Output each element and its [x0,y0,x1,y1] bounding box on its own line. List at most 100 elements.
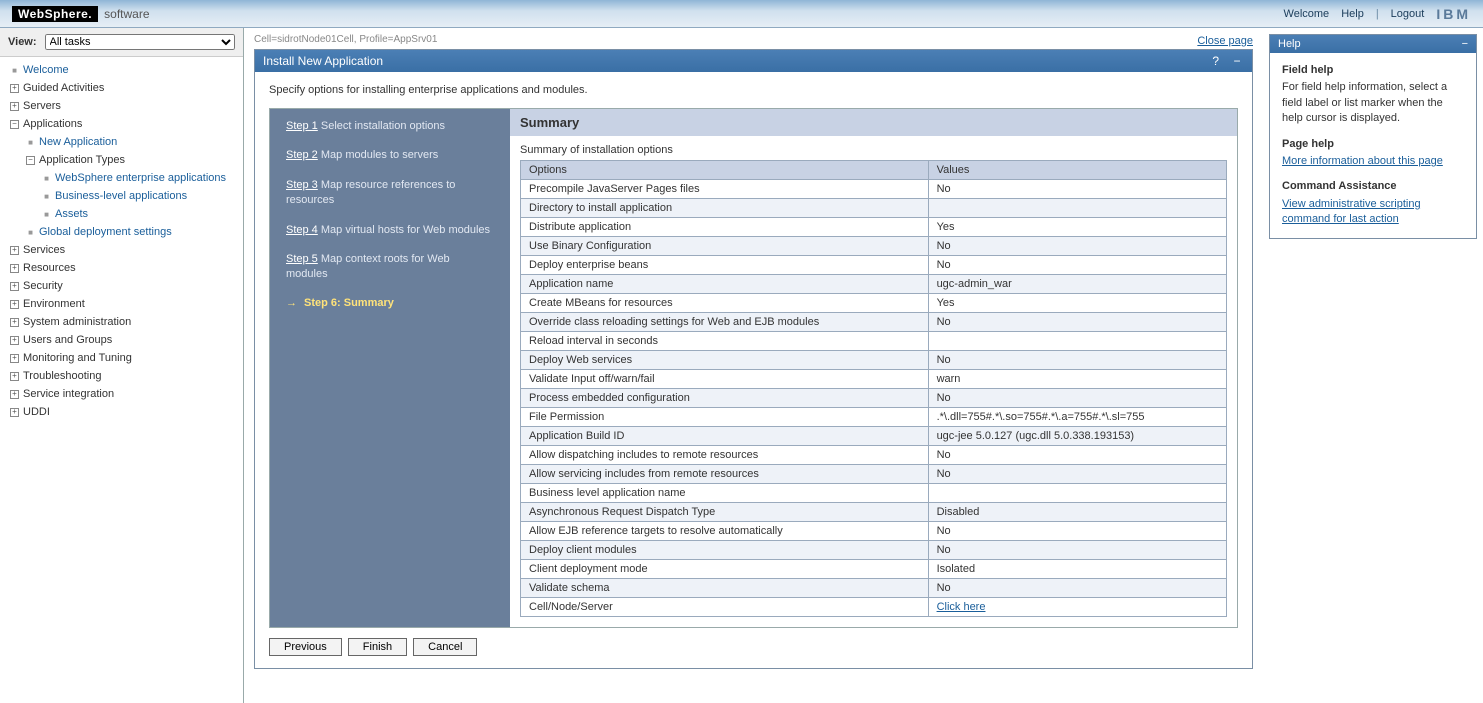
option-cell: Allow servicing includes from remote res… [521,465,929,484]
value-cell: No [928,180,1226,199]
nav-tree: ■Welcome +Guided Activities +Servers −Ap… [0,57,243,425]
close-page-link[interactable]: Close page [1197,35,1253,47]
expand-icon[interactable]: + [10,318,19,327]
cancel-button[interactable]: Cancel [413,638,477,656]
previous-button[interactable]: Previous [269,638,342,656]
col-options: Options [521,161,929,180]
field-help-heading: Field help [1282,63,1464,78]
expand-icon[interactable]: + [10,282,19,291]
sidebar-item-resources[interactable]: +Resources [0,259,243,277]
sidebar-item-users-groups[interactable]: +Users and Groups [0,331,243,349]
expand-icon[interactable]: + [10,390,19,399]
value-cell: .*\.dll=755#.*\.so=755#.*\.a=755#.*\.sl=… [928,408,1226,427]
value-cell: Yes [928,294,1226,313]
help-icon[interactable]: ? [1209,54,1223,68]
step-4[interactable]: Step 4 Map virtual hosts for Web modules [286,223,494,238]
sidebar-item-security[interactable]: +Security [0,277,243,295]
sidebar-item-troubleshooting[interactable]: +Troubleshooting [0,367,243,385]
help-panel: Help − Field help For field help informa… [1263,28,1483,703]
expand-icon[interactable]: + [10,354,19,363]
option-cell: Cell/Node/Server [521,598,929,617]
wizard-steps: Step 1 Select installation options Step … [270,109,510,627]
sidebar-item-websphere-apps[interactable]: ■WebSphere enterprise applications [0,169,243,187]
value-cell [928,332,1226,351]
table-row: Override class reloading settings for We… [521,313,1227,332]
expand-icon[interactable]: + [10,246,19,255]
panel-description: Specify options for installing enterpris… [269,84,1238,96]
value-cell: ugc-admin_war [928,275,1226,294]
sidebar-item-global-deploy[interactable]: ■Global deployment settings [0,223,243,241]
sidebar-item-environment[interactable]: +Environment [0,295,243,313]
sidebar-item-application-types[interactable]: −Application Types [0,151,243,169]
sidebar-item-uddi[interactable]: +UDDI [0,403,243,421]
panel-title: Install New Application [263,54,383,68]
sidebar-item-servers[interactable]: +Servers [0,97,243,115]
collapse-icon[interactable]: − [10,120,19,129]
option-cell: Process embedded configuration [521,389,929,408]
step-1[interactable]: Step 1 Select installation options [286,119,494,134]
option-cell: Application Build ID [521,427,929,446]
table-row: File Permission.*\.dll=755#.*\.so=755#.*… [521,408,1227,427]
sidebar-item-applications[interactable]: −Applications [0,115,243,133]
value-cell [928,199,1226,218]
sidebar-item-new-application[interactable]: ■New Application [0,133,243,151]
sidebar-item-sysadmin[interactable]: +System administration [0,313,243,331]
option-cell: Allow EJB reference targets to resolve a… [521,522,929,541]
page-help-heading: Page help [1282,137,1464,152]
cmd-assist-link[interactable]: View administrative scripting command fo… [1282,198,1421,225]
option-cell: Deploy enterprise beans [521,256,929,275]
wizard-buttons: Previous Finish Cancel [269,638,1238,656]
logo-suffix: software [104,7,149,21]
step-3[interactable]: Step 3 Map resource references to resour… [286,178,494,209]
table-row: Application nameugc-admin_war [521,275,1227,294]
install-app-panel: Install New Application ? − Specify opti… [254,49,1253,669]
value-cell: No [928,579,1226,598]
logout-link[interactable]: Logout [1391,8,1425,20]
collapse-icon[interactable]: − [26,156,35,165]
value-cell: No [928,465,1226,484]
expand-icon[interactable]: + [10,300,19,309]
expand-icon[interactable]: + [10,408,19,417]
table-row: Cell/Node/Server Click here [521,598,1227,617]
option-cell: Asynchronous Request Dispatch Type [521,503,929,522]
option-cell: Allow dispatching includes to remote res… [521,446,929,465]
expand-icon[interactable]: + [10,336,19,345]
step-5[interactable]: Step 5 Map context roots for Web modules [286,252,494,283]
sidebar-item-welcome[interactable]: ■Welcome [0,61,243,79]
banner-left: WebSphere. software [12,6,150,22]
sidebar-item-services[interactable]: +Services [0,241,243,259]
help-header: Help − [1270,35,1476,53]
breadcrumb: Cell=sidrotNode01Cell, Profile=AppSrv01 [254,34,437,45]
minimize-icon[interactable]: − [1462,38,1468,50]
option-cell: Application name [521,275,929,294]
top-banner: WebSphere. software Welcome Help | Logou… [0,0,1483,28]
value-cell: No [928,237,1226,256]
page-help-link[interactable]: More information about this page [1282,155,1443,167]
value-cell [928,484,1226,503]
table-row: Reload interval in seconds [521,332,1227,351]
expand-icon[interactable]: + [10,84,19,93]
option-cell: Validate schema [521,579,929,598]
value-cell: No [928,256,1226,275]
table-row: Deploy Web servicesNo [521,351,1227,370]
sidebar-item-monitoring[interactable]: +Monitoring and Tuning [0,349,243,367]
table-row: Allow servicing includes from remote res… [521,465,1227,484]
websphere-logo: WebSphere. [12,6,98,22]
sidebar-item-business-apps[interactable]: ■Business-level applications [0,187,243,205]
help-link[interactable]: Help [1341,8,1364,20]
table-row: Deploy enterprise beansNo [521,256,1227,275]
sidebar-nav: View: All tasks ■Welcome +Guided Activit… [0,28,244,703]
expand-icon[interactable]: + [10,372,19,381]
value-cell: Click here [928,598,1226,617]
table-row: Deploy client modulesNo [521,541,1227,560]
sidebar-item-assets[interactable]: ■Assets [0,205,243,223]
finish-button[interactable]: Finish [348,638,407,656]
minimize-icon[interactable]: − [1230,54,1244,68]
view-select[interactable]: All tasks [45,34,235,50]
sidebar-item-service-integration[interactable]: +Service integration [0,385,243,403]
expand-icon[interactable]: + [10,264,19,273]
click-here-link[interactable]: Click here [937,601,986,613]
step-2[interactable]: Step 2 Map modules to servers [286,148,494,163]
sidebar-item-guided-activities[interactable]: +Guided Activities [0,79,243,97]
expand-icon[interactable]: + [10,102,19,111]
